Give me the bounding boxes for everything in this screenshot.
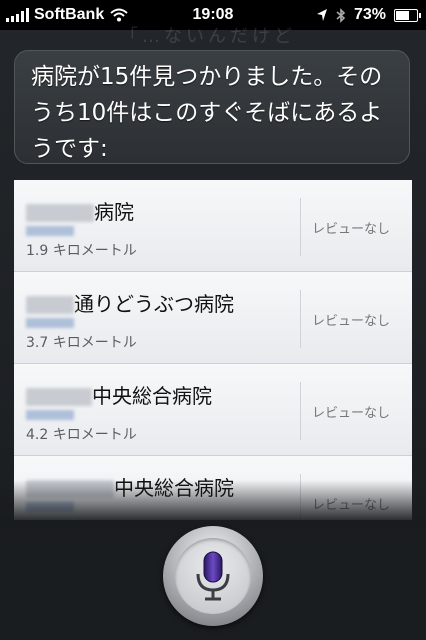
- battery-percent: 73%: [353, 6, 386, 23]
- row-divider: [300, 474, 301, 520]
- result-review[interactable]: レビューなし: [312, 494, 390, 513]
- result-row[interactable]: 中央総合病院 レビューなし: [14, 456, 412, 520]
- result-review[interactable]: レビューなし: [312, 218, 390, 237]
- redacted-address: [26, 318, 74, 328]
- row-divider: [300, 290, 301, 348]
- result-name: 通りどうぶつ病院: [26, 288, 234, 317]
- siri-response-bubble: 病院が15件見つかりました。そのうち10件はこのすぐそばにあるようです:: [14, 50, 410, 164]
- result-distance: 1.9 キロメートル: [26, 243, 137, 259]
- result-row[interactable]: 病院 1.9 キロメートル レビューなし: [14, 180, 412, 272]
- result-row[interactable]: 中央総合病院 4.2 キロメートル レビューなし: [14, 364, 412, 456]
- result-review[interactable]: レビューなし: [312, 402, 390, 421]
- result-review[interactable]: レビューなし: [312, 310, 390, 329]
- mic-button-face: [175, 538, 251, 614]
- redacted-address: [26, 410, 74, 420]
- battery-fill: [396, 10, 410, 20]
- redacted-name: [26, 480, 114, 498]
- redacted-name: [26, 204, 94, 222]
- row-divider: [300, 382, 301, 440]
- result-distance: 4.2 キロメートル: [26, 427, 137, 443]
- result-name: 中央総合病院: [26, 472, 234, 501]
- background-ghost-text: 「…ないんだけど: [120, 26, 296, 47]
- redacted-address: [26, 502, 74, 512]
- redacted-name: [26, 296, 74, 314]
- battery-icon: [394, 8, 421, 22]
- results-card: 病院 1.9 キロメートル レビューなし 通りどうぶつ病院 3.7 キロメートル…: [14, 180, 412, 520]
- redacted-address: [26, 226, 74, 236]
- microphone-icon: [196, 551, 230, 601]
- result-name: 中央総合病院: [26, 380, 212, 409]
- result-name: 病院: [26, 196, 134, 225]
- location-arrow-icon: [316, 9, 327, 21]
- bluetooth-icon: [336, 7, 346, 23]
- result-row[interactable]: 通りどうぶつ病院 3.7 キロメートル レビューなし: [14, 272, 412, 364]
- redacted-name: [26, 388, 92, 406]
- siri-mic-button[interactable]: [163, 526, 263, 626]
- row-divider: [300, 198, 301, 256]
- result-distance: 3.7 キロメートル: [26, 335, 137, 351]
- siri-response-text: 病院が15件見つかりました。そのうち10件はこのすぐそばにあるようです:: [31, 64, 383, 162]
